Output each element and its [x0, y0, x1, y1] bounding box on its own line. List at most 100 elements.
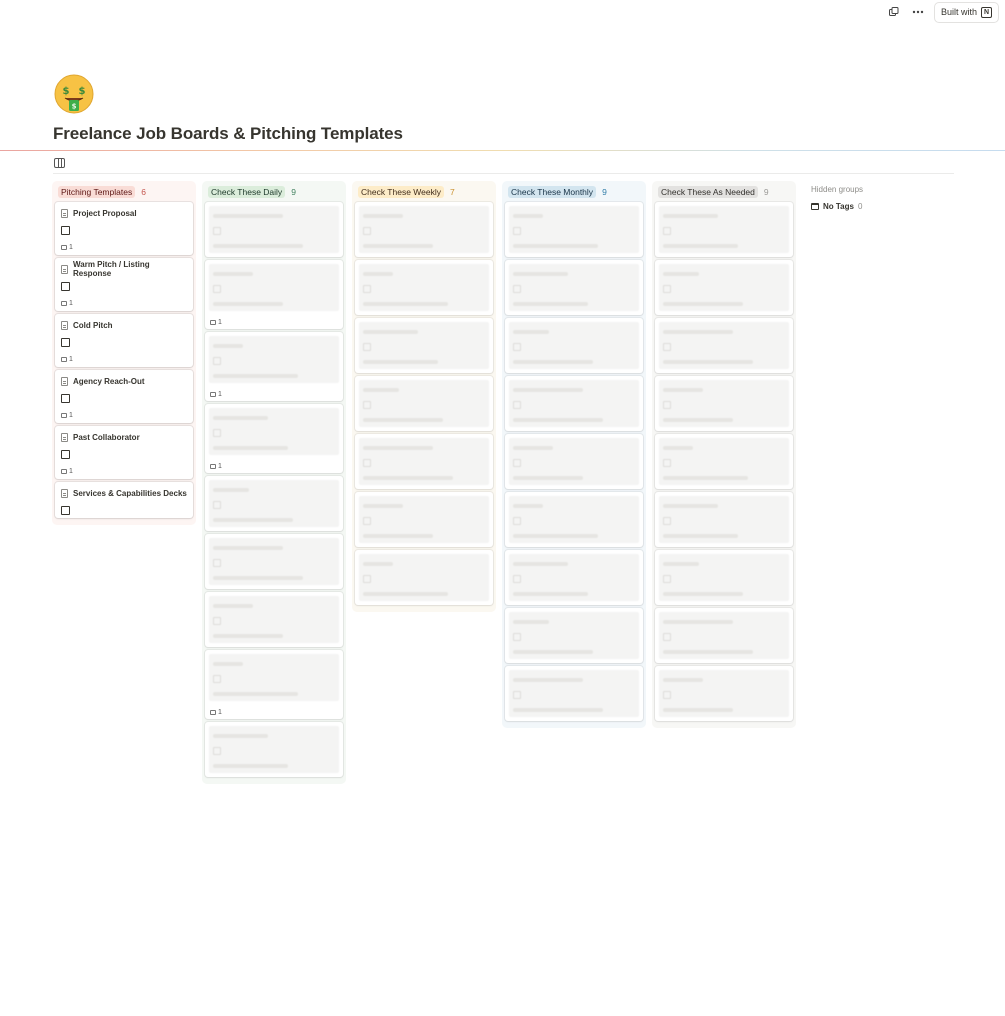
board-card[interactable]	[655, 550, 793, 605]
placeholder-checkbox	[363, 575, 371, 583]
placeholder-title	[663, 214, 718, 218]
board-card[interactable]: Warm Pitch / Listing Response 1	[55, 258, 193, 311]
card-checkbox[interactable]	[61, 226, 70, 235]
board-card[interactable]	[655, 202, 793, 257]
built-with-notion-button[interactable]: Built with N	[933, 1, 999, 23]
placeholder-url	[663, 244, 738, 248]
placeholder-checkbox	[513, 633, 521, 641]
column-header[interactable]: Check These Weekly 7	[355, 183, 493, 200]
placeholder-url	[363, 592, 448, 596]
board-card[interactable]	[355, 434, 493, 489]
board-card[interactable]	[655, 318, 793, 373]
column-header[interactable]: Pitching Templates 6	[55, 183, 193, 200]
placeholder-title	[363, 504, 403, 508]
board-card[interactable]: 1	[205, 404, 343, 473]
card-placeholder	[509, 264, 639, 311]
board-card[interactable]	[505, 318, 643, 373]
placeholder-checkbox	[663, 401, 671, 409]
board-card[interactable]	[655, 434, 793, 489]
placeholder-title	[213, 546, 283, 550]
board-card[interactable]	[355, 202, 493, 257]
placeholder-url	[513, 534, 598, 538]
comment-count: 1	[61, 411, 187, 419]
board-card[interactable]: Past Collaborator 1	[55, 426, 193, 479]
board-card[interactable]	[205, 202, 343, 257]
board-card[interactable]: 1	[205, 650, 343, 719]
placeholder-url	[513, 650, 593, 654]
board-card[interactable]	[505, 550, 643, 605]
card-checkbox[interactable]	[61, 506, 70, 515]
placeholder-title	[513, 272, 568, 276]
card-list	[655, 202, 793, 721]
placeholder-url	[513, 418, 603, 422]
card-checkbox[interactable]	[61, 338, 70, 347]
card-checkbox[interactable]	[61, 282, 70, 291]
board-card[interactable]	[505, 202, 643, 257]
board-card[interactable]	[205, 534, 343, 589]
board-card[interactable]: Services & Capabilities Decks	[55, 482, 193, 518]
placeholder-checkbox	[513, 227, 521, 235]
hidden-groups-label: Hidden groups	[811, 185, 864, 194]
board-card[interactable]	[505, 376, 643, 431]
board-card[interactable]	[355, 318, 493, 373]
placeholder-url	[213, 244, 303, 248]
card-checkbox[interactable]	[61, 394, 70, 403]
ellipsis-icon[interactable]	[910, 4, 926, 20]
card-placeholder	[659, 438, 789, 485]
column-tag: Check These As Needed	[658, 185, 758, 198]
board-card[interactable]: Cold Pitch 1	[55, 314, 193, 367]
placeholder-checkbox	[663, 285, 671, 293]
placeholder-title	[213, 344, 243, 348]
board-view-icon[interactable]	[54, 158, 65, 168]
board-card[interactable]	[655, 666, 793, 721]
placeholder-url	[213, 446, 288, 450]
board-card[interactable]	[355, 260, 493, 315]
placeholder-url	[513, 302, 588, 306]
board-card[interactable]	[655, 492, 793, 547]
board-card[interactable]	[355, 492, 493, 547]
board-card[interactable]	[655, 260, 793, 315]
board-card[interactable]	[205, 592, 343, 647]
placeholder-checkbox	[513, 401, 521, 409]
comment-icon	[61, 356, 67, 362]
page-icon	[61, 320, 68, 330]
page-icon[interactable]: $ $ $	[53, 73, 95, 115]
board-card[interactable]	[505, 666, 643, 721]
board-card[interactable]: 1	[205, 332, 343, 401]
board-card[interactable]	[355, 550, 493, 605]
board-card[interactable]	[655, 376, 793, 431]
column-header[interactable]: Check These Daily 9	[205, 183, 343, 200]
placeholder-url	[363, 418, 443, 422]
card-placeholder	[209, 596, 339, 643]
board-card[interactable]: Agency Reach-Out 1	[55, 370, 193, 423]
placeholder-title	[663, 620, 733, 624]
card-placeholder	[359, 264, 489, 311]
column-header[interactable]: Check These Monthly 9	[505, 183, 643, 200]
column-header[interactable]: Check These As Needed 9	[655, 183, 793, 200]
board-card[interactable]	[205, 722, 343, 777]
duplicate-icon[interactable]	[886, 4, 902, 20]
placeholder-checkbox	[363, 459, 371, 467]
board-card[interactable]	[505, 434, 643, 489]
placeholder-title	[513, 504, 543, 508]
placeholder-url	[363, 534, 433, 538]
board-card[interactable]	[505, 260, 643, 315]
board-card[interactable]	[205, 476, 343, 531]
board-card[interactable]	[505, 492, 643, 547]
card-title: Past Collaborator	[73, 432, 140, 442]
card-checkbox[interactable]	[61, 450, 70, 459]
board-card[interactable]	[355, 376, 493, 431]
hidden-group-no-tags[interactable]: No Tags 0	[811, 202, 863, 211]
board-card[interactable]: 1	[205, 260, 343, 329]
card-placeholder	[359, 438, 489, 485]
hidden-groups: Hidden groups No Tags 0	[811, 185, 863, 211]
board-card[interactable]: Project Proposal 1	[55, 202, 193, 255]
placeholder-checkbox	[213, 501, 221, 509]
placeholder-url	[213, 692, 298, 696]
board-card[interactable]	[505, 608, 643, 663]
placeholder-url	[213, 518, 293, 522]
card-placeholder	[209, 538, 339, 585]
board-column-check-these-weekly: Check These Weekly 7	[352, 181, 496, 612]
placeholder-title	[213, 662, 243, 666]
board-card[interactable]	[655, 608, 793, 663]
